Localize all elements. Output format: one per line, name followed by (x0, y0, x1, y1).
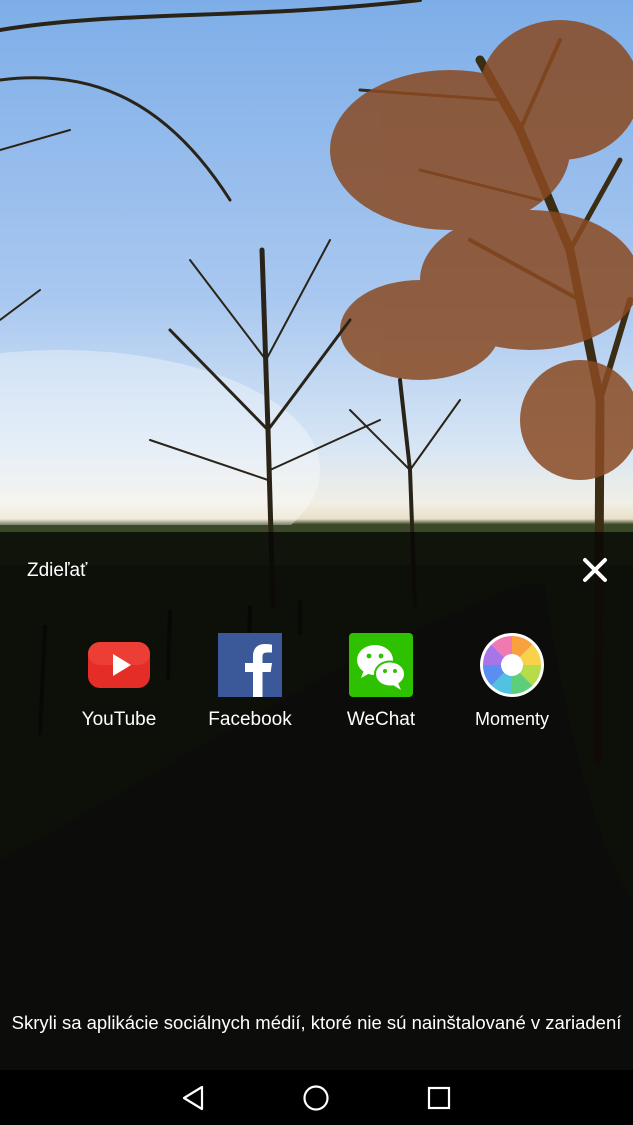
back-triangle-icon (182, 1085, 204, 1111)
momenty-icon (479, 632, 545, 698)
recents-square-icon (427, 1086, 451, 1110)
share-title: Zdieľať (27, 560, 88, 581)
share-app-label: Momenty (474, 709, 550, 729)
hidden-apps-notice: Skryli sa aplikácie sociálnych médií, kt… (11, 1012, 622, 1033)
close-icon (583, 558, 607, 582)
home-circle-icon (303, 1085, 329, 1111)
share-app-youtube[interactable]: YouTube (54, 632, 184, 731)
share-app-label: WeChat (346, 709, 416, 730)
navigation-bar (0, 1070, 633, 1125)
recents-button[interactable] (423, 1082, 455, 1114)
share-app-facebook[interactable]: Facebook (185, 632, 315, 731)
share-sheet: Zdieľať YouTube Facebook WeChat Momenty … (0, 532, 633, 1070)
share-app-label: Facebook (208, 709, 292, 730)
wechat-icon (348, 632, 414, 698)
youtube-icon (86, 632, 152, 698)
facebook-icon (217, 632, 283, 698)
share-app-momenty[interactable]: Momenty (447, 632, 577, 730)
screen: Zdieľať YouTube Facebook WeChat Momenty … (0, 0, 633, 1125)
close-button[interactable] (579, 554, 611, 586)
share-app-list: YouTube Facebook WeChat Momenty (0, 632, 633, 752)
share-app-label: YouTube (81, 709, 157, 730)
share-app-wechat[interactable]: WeChat (316, 632, 446, 731)
home-button[interactable] (300, 1082, 332, 1114)
back-button[interactable] (178, 1082, 210, 1114)
